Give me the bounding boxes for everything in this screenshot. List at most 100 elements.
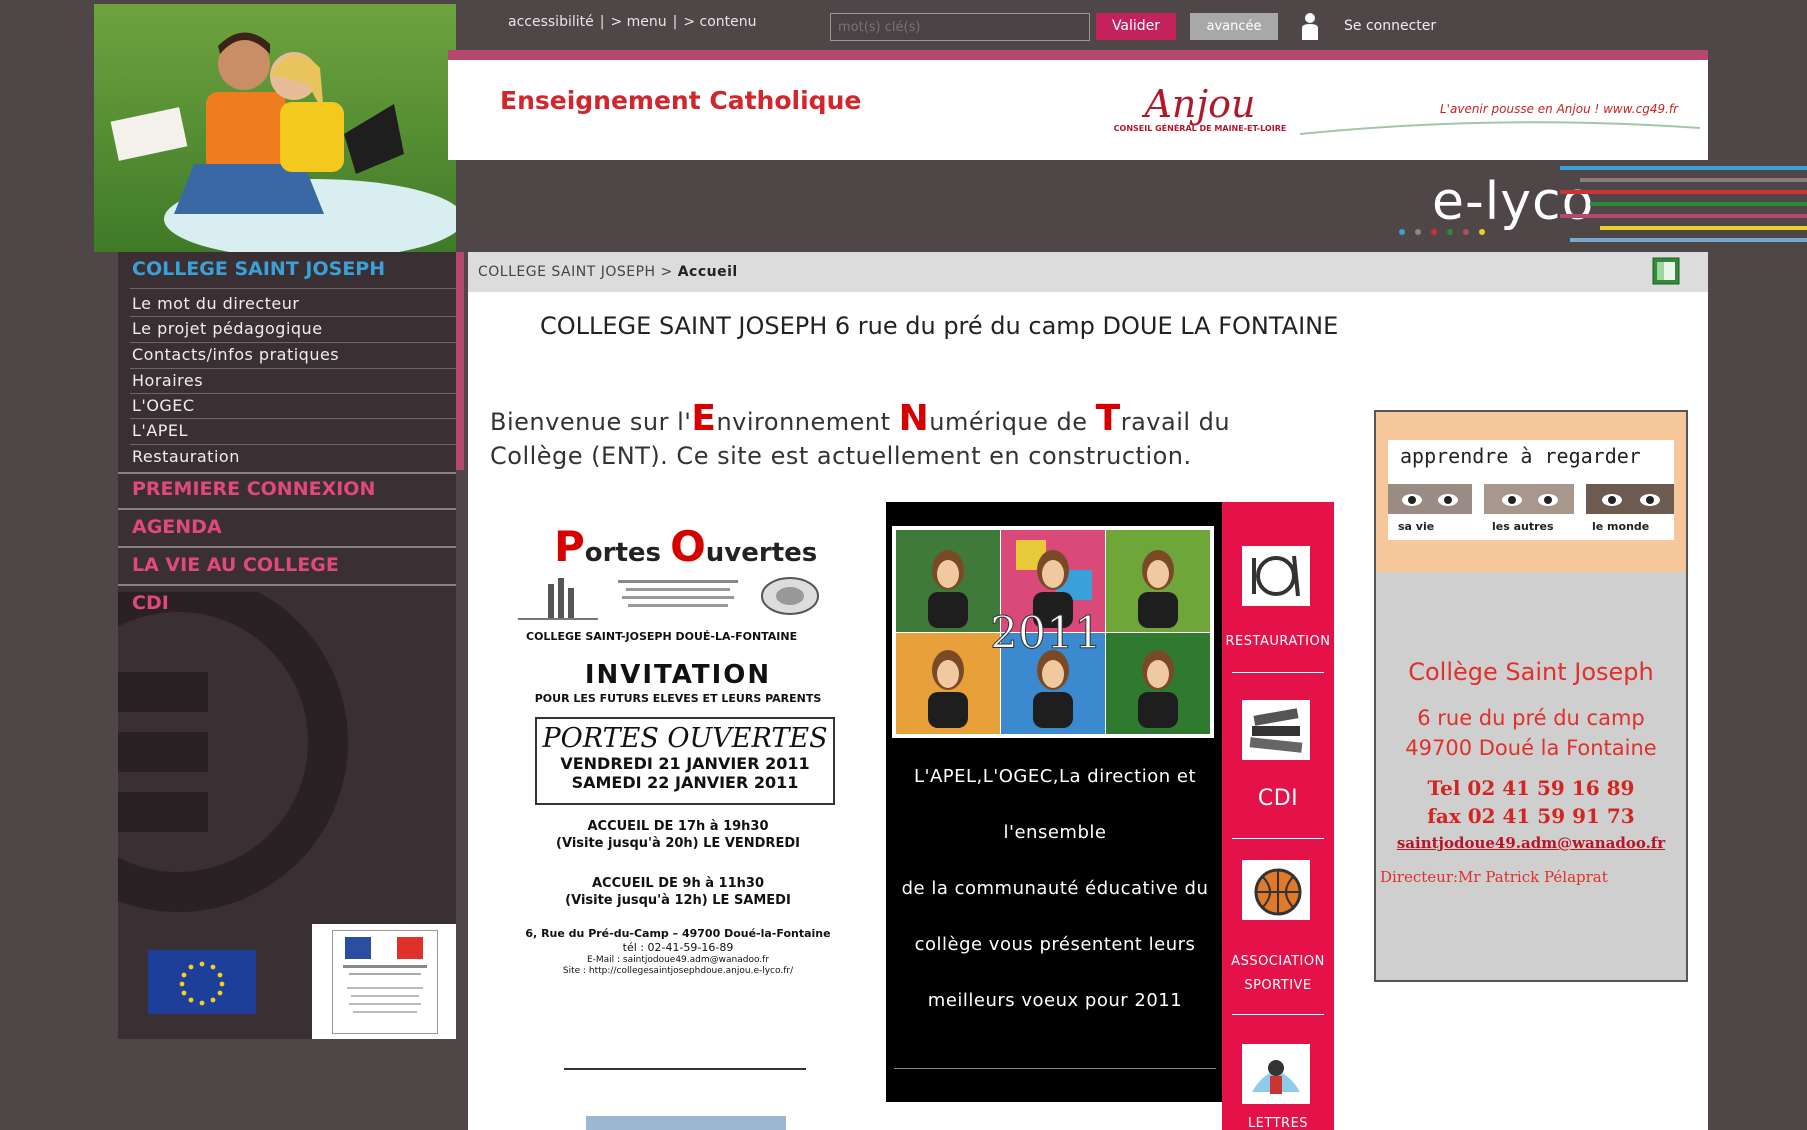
sidebar-item-contacts[interactable]: Contacts/infos pratiques [132, 345, 339, 364]
flyer-accueil: ACCUEIL DE 9h à 11h30 [592, 876, 764, 891]
collage-year: 2011 [990, 608, 1102, 659]
elyco-stripes [1560, 166, 1807, 242]
main-content: COLLEGE SAINT JOSEPH > Accueil COLLEGE S… [468, 252, 1708, 1130]
welcome-text: Bienvenue sur l'Environnement Numérique … [490, 401, 1310, 473]
flyer-date: VENDREDI 21 JANVIER 2011 [560, 754, 810, 773]
divider [894, 1068, 1216, 1069]
thumbnail-image[interactable] [586, 1116, 786, 1130]
divider [118, 584, 456, 586]
partner-logos [118, 924, 456, 1039]
quicklink-sportive[interactable]: SPORTIVE [1222, 978, 1334, 993]
breadcrumb-current: Accueil [677, 264, 738, 280]
divider [118, 546, 456, 548]
voeux-box: 2011 L'APEL,L'OGEC,La direction et l'ens… [886, 502, 1224, 1102]
college-city: 49700 Doué la Fontaine [1405, 736, 1657, 760]
letters-icon[interactable] [1240, 1042, 1312, 1106]
divider [1232, 672, 1324, 673]
regarder-banner[interactable]: apprendre à regarder sa vie les autres l… [1388, 440, 1674, 540]
anjou-logo-text: Anjou [1144, 82, 1256, 126]
divider [118, 508, 456, 510]
flyer-box-title: PORTES OUVERTES [542, 723, 828, 754]
eu-flag-icon[interactable] [148, 950, 256, 1014]
sidebar-section-premiere-connexion[interactable]: PREMIERE CONNEXION [132, 478, 375, 500]
sidebar-item-ogec[interactable]: L'OGEC [132, 396, 195, 415]
flyer-site: Site : http://collegesaintjosephdoue.anj… [562, 966, 794, 976]
regarder-title: apprendre à regarder [1400, 444, 1641, 468]
flyer-address-line: 6, Rue du Pré-du-Camp – 49700 Doué-la-Fo… [525, 927, 831, 940]
divider [130, 393, 456, 394]
sidebar-item-apel[interactable]: L'APEL [132, 421, 188, 440]
books-icon[interactable] [1240, 698, 1312, 762]
republique-francaise-logo[interactable] [332, 930, 438, 1034]
anjou-logo[interactable]: Anjou CONSEIL GÉNÉRAL DE MAINE-ET-LOIRE [1100, 84, 1300, 140]
basketball-icon[interactable] [1240, 858, 1312, 922]
divider [118, 472, 456, 474]
voeux-line: L'APEL,L'OGEC,La direction et [913, 766, 1197, 787]
divider [130, 418, 456, 419]
college-director: Directeur:Mr Patrick Pélaprat [1380, 868, 1608, 886]
skip-separator: | [672, 14, 678, 30]
sidebar-title[interactable]: COLLEGE SAINT JOSEPH [132, 258, 385, 280]
regarder-caption: le monde [1592, 520, 1650, 533]
flyer-title: Portes Ouvertes [554, 522, 817, 571]
sidebar-accent [456, 252, 464, 470]
skip-separator: | [599, 14, 605, 30]
divider [130, 288, 456, 289]
eyes-image [1388, 484, 1674, 514]
sidebar-item-mot-directeur[interactable]: Le mot du directeur [132, 294, 299, 313]
flyer-header-art [518, 577, 819, 620]
skip-links: accessibilité | > menu | > contenu [508, 14, 757, 30]
flyer-initial: O [670, 522, 706, 571]
divider [130, 342, 456, 343]
slogan: L'avenir pousse en Anjou ! www.cg49.fr [1440, 102, 1679, 116]
search-input[interactable] [830, 13, 1090, 41]
mona-lisa-collage[interactable]: 2011 [892, 526, 1214, 738]
sidebar-section-agenda[interactable]: AGENDA [132, 516, 222, 538]
portes-ouvertes-flyer[interactable]: Portes Ouvertes COLLEGE SAINT-JOSEPH DOU… [518, 522, 838, 982]
divider [130, 316, 456, 317]
flyer-title-part: uvertes [705, 538, 818, 568]
breadcrumb: COLLEGE SAINT JOSEPH > Accueil [478, 264, 738, 280]
sidebar-item-projet[interactable]: Le projet pédagogique [132, 319, 323, 338]
flyer-accueil: ACCUEIL DE 17h à 19h30 [587, 819, 769, 834]
flyer-date: SAMEDI 22 JANVIER 2011 [571, 773, 799, 792]
flyer-accueil: (Visite jusqu'à 12h) LE SAMEDI [565, 893, 791, 908]
welcome-initial: T [1095, 398, 1121, 439]
sidebar-item-horaires[interactable]: Horaires [132, 371, 203, 390]
link-contenu[interactable]: > contenu [683, 14, 756, 30]
header-accent-line [448, 50, 1708, 60]
divider [130, 368, 456, 369]
divider [130, 444, 456, 445]
breadcrumb-parent[interactable]: COLLEGE SAINT JOSEPH [478, 264, 656, 280]
college-name: Collège Saint Joseph [1408, 658, 1654, 686]
sidebar-section-vie-college[interactable]: LA VIE AU COLLEGE [132, 554, 339, 576]
divider [1232, 838, 1324, 839]
welcome-part: umérique de [929, 408, 1096, 436]
link-accessibilite[interactable]: accessibilité [508, 14, 594, 30]
quicklink-lettres[interactable]: LETTRES [1222, 1116, 1334, 1130]
restaurant-icon[interactable] [1240, 544, 1312, 608]
link-menu[interactable]: > menu [610, 14, 666, 30]
flyer-invitation-sub: POUR LES FUTURS ELEVES ET LEURS PARENTS [534, 692, 822, 705]
sidebar: COLLEGE SAINT JOSEPH Le mot du directeur… [118, 252, 456, 924]
page-title: COLLEGE SAINT JOSEPH 6 rue du pré du cam… [540, 312, 1339, 340]
quicklink-association[interactable]: ASSOCIATION [1222, 954, 1334, 969]
anjou-caption: CONSEIL GÉNÉRAL DE MAINE-ET-LOIRE [1113, 124, 1287, 133]
page-layout-icon[interactable] [1652, 257, 1680, 285]
user-icon[interactable] [1300, 12, 1320, 40]
college-email-link[interactable]: saintjodoue49.adm@wanadoo.fr [1376, 834, 1686, 852]
sidebar-item-restauration[interactable]: Restauration [132, 447, 240, 466]
voeux-line: de la communauté éducative du [901, 878, 1209, 899]
login-link[interactable]: Se connecter [1344, 18, 1436, 34]
sidebar-section-cdi[interactable]: CDI [132, 592, 169, 614]
advanced-search-button[interactable]: avancée [1190, 13, 1278, 40]
quicklink-cdi[interactable]: CDI [1222, 786, 1334, 811]
breadcrumb-separator: > [660, 264, 673, 280]
contact-card: apprendre à regarder sa vie les autres l… [1374, 410, 1688, 982]
divider [564, 1068, 806, 1070]
brand-title[interactable]: Enseignement Catholique [500, 86, 861, 115]
quicklink-restauration[interactable]: RESTAURATION [1222, 634, 1334, 649]
search-submit-button[interactable]: Valider [1096, 13, 1176, 40]
flyer-dates-box: PORTES OUVERTES VENDREDI 21 JANVIER 2011… [535, 717, 835, 805]
welcome-part: Bienvenue sur l' [490, 408, 692, 436]
